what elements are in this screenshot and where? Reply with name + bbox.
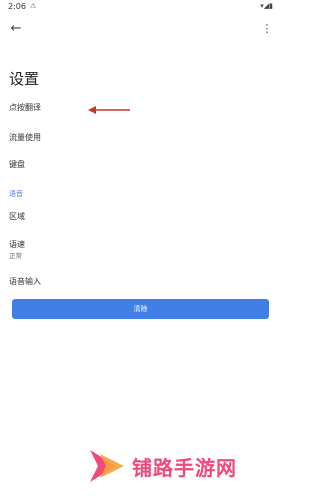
signal-battery-icon: ▾◢▮: [260, 2, 273, 10]
setting-item-label: 语速: [9, 240, 25, 249]
back-arrow-icon[interactable]: ←: [6, 18, 26, 38]
setting-item-label: 流量使用: [9, 133, 41, 142]
warning-icon: ⚠: [30, 2, 37, 10]
setting-item-speech-rate[interactable]: 语速 正常: [0, 233, 281, 260]
watermark-logo-icon: [90, 450, 124, 482]
setting-item-tap-to-translate[interactable]: 点按翻译: [0, 96, 281, 122]
status-bar: 2:06 ⚠ ▾◢▮: [0, 0, 281, 14]
setting-item-label: 区域: [9, 212, 25, 221]
setting-item-data-usage[interactable]: 流量使用: [0, 126, 281, 152]
section-header-voice: 语音: [9, 190, 23, 198]
clear-button[interactable]: 清除: [12, 299, 269, 319]
page-title: 设置: [9, 70, 40, 88]
setting-item-label: 点按翻译: [9, 103, 41, 112]
more-vert-icon[interactable]: ⋮: [259, 18, 275, 38]
setting-item-label: 语音输入: [9, 277, 41, 286]
app-bar: ← ⋮: [0, 14, 281, 42]
setting-item-voice-input[interactable]: 语音输入: [0, 270, 281, 296]
setting-item-label: 键盘: [9, 160, 25, 169]
setting-item-value: 正常: [9, 252, 22, 260]
setting-item-region[interactable]: 区域: [0, 205, 281, 231]
annotation-arrow: [88, 106, 130, 114]
setting-item-keyboard[interactable]: 键盘: [0, 153, 281, 179]
watermark: 铺路手游网: [86, 448, 237, 484]
watermark-text: 铺路手游网: [132, 455, 237, 480]
status-time: 2:06: [8, 2, 26, 11]
